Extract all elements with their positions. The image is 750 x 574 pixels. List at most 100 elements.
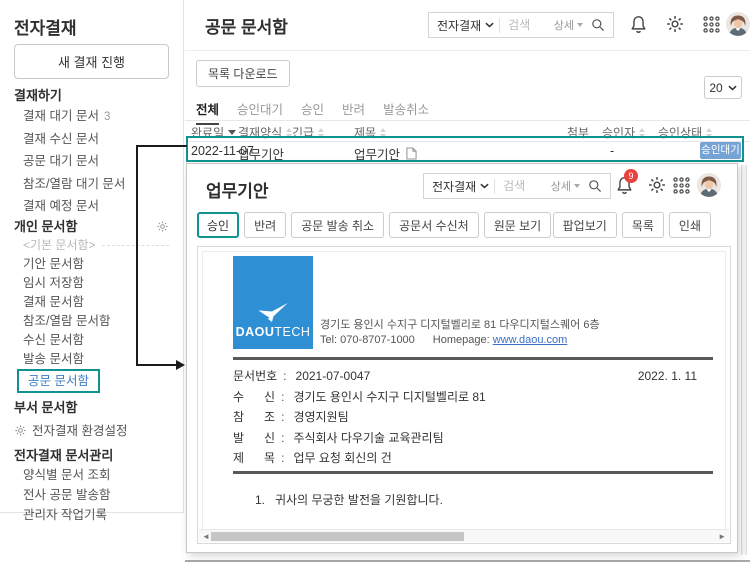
notification-bell-icon[interactable]: 9: [613, 174, 635, 196]
view-original-button[interactable]: 원문 보기: [484, 212, 552, 238]
col-attachment[interactable]: 첨부: [567, 124, 589, 141]
sidebar-item-company-official-sent[interactable]: 전사 공문 발송함: [14, 485, 169, 505]
notification-count-badge: 9: [624, 169, 638, 183]
reject-button[interactable]: 반려: [244, 212, 286, 238]
app-title: 전자결재: [14, 14, 169, 31]
sidebar-item-approval-box[interactable]: 결재 문서함: [14, 293, 169, 312]
docmgmt-menu: 양식별 문서 조회 전사 공문 발송함 관리자 작업기록: [14, 465, 169, 525]
page-scrollbar-track[interactable]: [741, 165, 747, 555]
gear-icon[interactable]: [646, 174, 668, 196]
sidebar-item-cc-box[interactable]: 참조/열람 문서함: [14, 312, 169, 331]
user-avatar[interactable]: [726, 12, 750, 36]
connector-arrowhead: [176, 360, 185, 370]
document-scroll-area: DAOUTECH 경기도 용인시 수지구 디지털벨리로 81 다우디지털스퀘어 …: [197, 246, 731, 544]
search-icon[interactable]: [590, 17, 606, 33]
cell-title: 업무기안: [354, 144, 417, 163]
cell-form: 업무기안: [238, 144, 284, 163]
cancel-official-send-button[interactable]: 공문 발송 취소: [291, 212, 384, 238]
list-download-button[interactable]: 목록 다운로드: [196, 60, 290, 87]
col-title[interactable]: 제목: [354, 124, 386, 141]
document-divider-top: [233, 357, 713, 360]
chevron-down-icon: [728, 85, 737, 91]
search-input[interactable]: [500, 18, 554, 32]
sort-icon: [639, 128, 645, 138]
sidebar-item-draft-box[interactable]: 기안 문서함: [14, 255, 169, 274]
caret-down-icon: [577, 23, 583, 27]
sort-desc-icon: [228, 130, 236, 135]
tab-all[interactable]: 전체: [196, 99, 219, 121]
document-fields: 문서번호:2021-07-0047 2022. 1. 11 수 신:경기도 용인…: [233, 366, 697, 469]
cell-approver: -: [610, 144, 614, 158]
col-complete-date[interactable]: 완료일: [191, 124, 236, 141]
personal-settings-gear-icon[interactable]: [156, 220, 169, 233]
status-tabs: 전체 승인대기 승인 반려 발송취소: [196, 99, 429, 121]
search-icon[interactable]: [587, 178, 603, 194]
item-count: 3: [104, 111, 110, 123]
header-divider: [185, 50, 750, 51]
section-approve-header: 결재하기: [14, 87, 169, 105]
sidebar-item-form-search[interactable]: 양식별 문서 조회: [14, 465, 169, 485]
homepage-link[interactable]: www.daou.com: [493, 334, 568, 346]
tab-approved[interactable]: 승인: [301, 99, 324, 121]
table-header: 완료일 결재양식 긴급 제목 첨부 승인자 승인상태: [185, 121, 750, 141]
scrollbar-thumb[interactable]: [211, 532, 464, 541]
popup-view-button[interactable]: 팝업보기: [553, 212, 617, 238]
gear-icon: [14, 424, 27, 437]
list-button[interactable]: 목록: [622, 212, 664, 238]
app-grid-icon[interactable]: [700, 13, 722, 35]
field-recipient: 수 신:경기도 용인시 수지구 디지털벨리로 81: [233, 387, 697, 408]
search-detail-toggle[interactable]: 상세: [551, 178, 580, 194]
sidebar-item-cc-waiting[interactable]: 참조/열람 대기 문서: [14, 173, 169, 196]
scroll-left-arrow-icon[interactable]: ◄: [202, 532, 210, 541]
section-department-header[interactable]: 부서 문서함: [14, 399, 169, 417]
official-recipients-button[interactable]: 공문서 수신처: [389, 212, 479, 238]
sort-icon: [318, 128, 324, 138]
print-button[interactable]: 인쇄: [669, 212, 711, 238]
search-detail-toggle[interactable]: 상세: [554, 17, 583, 33]
tab-approval-waiting[interactable]: 승인대기: [237, 99, 283, 121]
popup-view-toolbar: 팝업보기 목록 인쇄: [553, 212, 711, 238]
sidebar-item-temp-box[interactable]: 임시 저장함: [14, 274, 169, 293]
section-personal-header: 개인 문서함: [14, 218, 169, 236]
sidebar-item-official-doc-box[interactable]: 공문 문서함: [14, 369, 169, 393]
sidebar-item-environment-settings[interactable]: 전자결재 환경설정: [14, 421, 169, 441]
user-avatar[interactable]: [697, 173, 721, 197]
notification-bell-icon[interactable]: [627, 13, 649, 35]
table-row[interactable]: 2022-11-07 업무기안 업무기안 - 승인대기: [185, 142, 750, 162]
sidebar-item-admin-log[interactable]: 관리자 작업기록: [14, 505, 169, 525]
tab-send-canceled[interactable]: 발송취소: [383, 99, 429, 121]
page-title: 공문 문서함: [205, 13, 288, 38]
sidebar-item-official-waiting[interactable]: 공문 대기 문서: [14, 150, 169, 173]
page-size-select[interactable]: 20: [704, 76, 742, 99]
col-form[interactable]: 결재양식: [238, 124, 292, 141]
field-doc-number: 문서번호:2021-07-0047 2022. 1. 11: [233, 366, 697, 387]
document-page: DAOUTECH 경기도 용인시 수지구 디지털벨리로 81 다우디지털스퀘어 …: [202, 251, 726, 530]
sidebar-item-received-box[interactable]: 수신 문서함: [14, 331, 169, 350]
sidebar-item-approval-scheduled[interactable]: 결재 예정 문서: [14, 195, 169, 218]
field-subject: 제 목:업무 요청 회신의 건: [233, 448, 697, 469]
page-bottom-border: [185, 560, 750, 562]
search-scope-select[interactable]: 전자결재: [429, 17, 499, 34]
field-cc: 참 조:경영지원팀: [233, 407, 697, 428]
tab-rejected[interactable]: 반려: [342, 99, 365, 121]
col-urgent[interactable]: 긴급: [292, 124, 324, 141]
horizontal-scrollbar[interactable]: ◄ ►: [199, 529, 729, 542]
popup-search-bar: 전자결재 상세: [423, 173, 611, 199]
app-grid-icon[interactable]: [670, 174, 692, 196]
gear-icon[interactable]: [664, 13, 686, 35]
search-input[interactable]: [495, 179, 551, 193]
company-address: 경기도 용인시 수지구 디지털벨리로 81 다우디지털스퀘어 6층 Tel: 0…: [320, 318, 600, 348]
col-approver[interactable]: 승인자: [602, 124, 645, 141]
document-date: 2022. 1. 11: [638, 366, 697, 387]
col-approval-status[interactable]: 승인상태: [658, 124, 712, 141]
popup-action-toolbar: 승인 반려 공문 발송 취소 공문서 수신처 원문 보기: [197, 212, 551, 238]
connector-line-top: [136, 145, 187, 147]
search-scope-select[interactable]: 전자결재: [424, 178, 494, 195]
company-logo: DAOUTECH: [233, 256, 313, 349]
scroll-right-arrow-icon[interactable]: ►: [718, 532, 726, 541]
document-divider-bottom: [233, 471, 713, 474]
document-icon: [406, 147, 417, 160]
approve-button[interactable]: 승인: [197, 212, 239, 238]
new-approval-button[interactable]: 새 결재 진행: [14, 44, 169, 79]
sidebar-item-approval-waiting[interactable]: 결재 대기 문서3: [14, 105, 169, 128]
